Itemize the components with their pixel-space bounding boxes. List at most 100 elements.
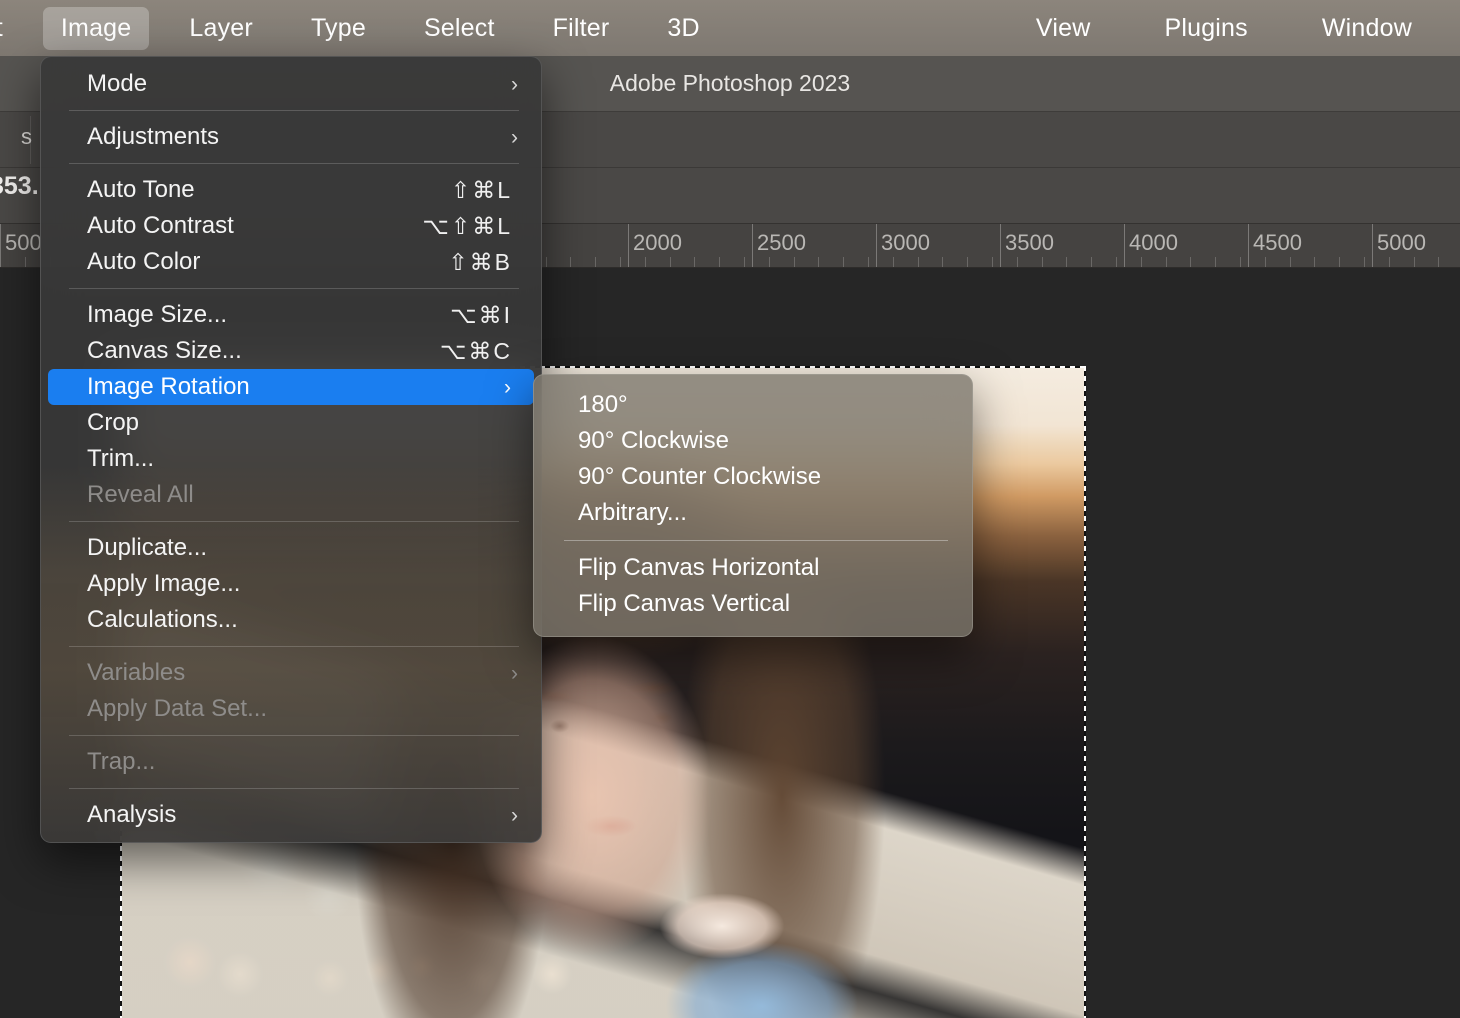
image-dropdown-menu[interactable]: Mode›Adjustments›Auto Tone⇧⌘LAuto Contra… (40, 56, 542, 843)
menu-bar-item-image[interactable]: Image (43, 7, 149, 50)
ruler-tick-minor (1438, 257, 1439, 267)
menu-item-mode[interactable]: Mode › (41, 66, 541, 102)
ruler-tick-minor (1314, 257, 1315, 267)
menu-separator (564, 540, 948, 541)
menu-item-auto-tone[interactable]: Auto Tone ⇧⌘L (41, 172, 541, 208)
menu-bar-item-3d[interactable]: 3D (649, 7, 717, 50)
menu-item-label: Auto Color (87, 248, 200, 276)
menu-item-apply-data-set: Apply Data Set... (41, 691, 541, 727)
ruler-tick-minor (967, 257, 968, 267)
menu-bar-item-it[interactable]: it (0, 7, 21, 50)
menu-item-label: Image Size... (87, 301, 227, 329)
menu-item-label: Crop (87, 409, 139, 437)
ruler-tick-minor (1066, 257, 1067, 267)
ruler-tick-minor (694, 257, 695, 267)
tool-options-label-fragment: s (0, 124, 32, 158)
menu-item-label: Apply Image... (87, 570, 240, 598)
ruler-label: 3000 (876, 230, 930, 256)
chevron-right-icon: › (511, 74, 522, 95)
menu-item-shortcut: ⌥⌘I (450, 302, 522, 329)
menu-item-arbitrary[interactable]: Arbitrary... (534, 495, 972, 531)
menu-item-180[interactable]: 180° (534, 387, 972, 423)
chevron-right-icon: › (504, 377, 515, 398)
ruler-tick-minor (893, 257, 894, 267)
menu-item-image-size[interactable]: Image Size... ⌥⌘I (41, 297, 541, 333)
tool-options-value-fragment: 353. (0, 172, 34, 212)
menu-item-auto-color[interactable]: Auto Color ⇧⌘B (41, 244, 541, 280)
menu-bar-item-select[interactable]: Select (406, 7, 513, 50)
menu-bar-item-type[interactable]: Type (293, 7, 384, 50)
menu-bar-item-view[interactable]: View (1018, 7, 1109, 50)
menu-item-flip-canvas-horizontal[interactable]: Flip Canvas Horizontal (534, 550, 972, 586)
app-title: Adobe Photoshop 2023 (610, 70, 850, 97)
menu-item-crop[interactable]: Crop (41, 405, 541, 441)
menu-item-shortcut: ⇧⌘B (448, 249, 522, 276)
menu-item-label: 180° (578, 391, 628, 419)
ruler-tick-minor (620, 257, 621, 267)
ruler-tick-minor (1017, 257, 1018, 267)
menu-bar-item-window[interactable]: Window (1304, 7, 1430, 50)
ruler-label: 4000 (1124, 230, 1178, 256)
menu-item-label: 90° Counter Clockwise (578, 463, 821, 491)
ruler-tick-minor (595, 257, 596, 267)
menu-bar-item-layer[interactable]: Layer (171, 7, 271, 50)
ruler-tick-minor (1141, 257, 1142, 267)
ruler-label: 500 (0, 230, 42, 256)
ruler-tick-minor (942, 257, 943, 267)
menu-separator (69, 735, 519, 736)
menu-item-reveal-all: Reveal All (41, 477, 541, 513)
menu-item-label: Image Rotation (87, 373, 250, 401)
ruler-label: 4500 (1248, 230, 1302, 256)
menu-item-canvas-size[interactable]: Canvas Size...⌥⌘C (41, 333, 541, 369)
ruler-tick-minor (1290, 257, 1291, 267)
ruler-tick-minor (843, 257, 844, 267)
menu-item-apply-image[interactable]: Apply Image... (41, 566, 541, 602)
ruler-tick-minor (992, 257, 993, 267)
ruler-label: 2500 (752, 230, 806, 256)
ruler-tick-minor (1389, 257, 1390, 267)
ruler-label: 3500 (1000, 230, 1054, 256)
menu-bar-item-plugins[interactable]: Plugins (1146, 7, 1265, 50)
ruler-tick-minor (1215, 257, 1216, 267)
menu-separator (69, 110, 519, 111)
chevron-right-icon: › (511, 127, 522, 148)
menu-item-variables: Variables› (41, 655, 541, 691)
ruler-tick-minor (1091, 257, 1092, 267)
menu-separator (69, 646, 519, 647)
ruler-tick-minor (744, 257, 745, 267)
menu-item-trim[interactable]: Trim... (41, 441, 541, 477)
menu-item-flip-canvas-vertical[interactable]: Flip Canvas Vertical (534, 586, 972, 622)
ruler-tick-minor (818, 257, 819, 267)
menu-bar-left-group: it Image Layer Type Select Filter 3D (0, 7, 718, 50)
menu-item-90-clockwise[interactable]: 90° Clockwise (534, 423, 972, 459)
menu-item-image-rotation[interactable]: Image Rotation › (48, 369, 534, 405)
menu-item-label: Analysis (87, 801, 176, 829)
menu-bar-item-filter[interactable]: Filter (535, 7, 628, 50)
menu-separator (69, 288, 519, 289)
ruler-tick-minor (1414, 257, 1415, 267)
menu-item-auto-contrast[interactable]: Auto Contrast⌥⇧⌘L (41, 208, 541, 244)
menu-separator (69, 163, 519, 164)
menu-item-analysis[interactable]: Analysis › (41, 797, 541, 833)
menu-item-duplicate[interactable]: Duplicate... (41, 530, 541, 566)
ruler-tick-minor (645, 257, 646, 267)
ruler-tick-minor (794, 257, 795, 267)
menu-item-label: Flip Canvas Horizontal (578, 554, 819, 582)
menu-item-label: Calculations... (87, 606, 238, 634)
menu-bar-right-group: View Plugins Window (1018, 7, 1460, 50)
ruler-tick-minor (769, 257, 770, 267)
menu-item-label: Flip Canvas Vertical (578, 590, 790, 618)
application-menu-bar[interactable]: it Image Layer Type Select Filter 3D View Plugi… (0, 0, 1460, 56)
menu-separator (69, 788, 519, 789)
image-rotation-submenu[interactable]: 180° 90° Clockwise 90° Counter Clockwise Ar… (533, 374, 973, 637)
ruler-tick-minor (1265, 257, 1266, 267)
menu-item-calculations[interactable]: Calculations... (41, 602, 541, 638)
chevron-right-icon: › (511, 805, 522, 826)
menu-item-adjustments[interactable]: Adjustments› (41, 119, 541, 155)
menu-item-label: Mode (87, 70, 147, 98)
menu-item-shortcut: ⌥⌘C (440, 338, 522, 365)
menu-item-label: Auto Tone (87, 176, 195, 204)
menu-item-label: Trap... (87, 748, 155, 776)
menu-item-shortcut: ⇧⌘L (451, 177, 522, 204)
menu-item-90-counter-clockwise[interactable]: 90° Counter Clockwise (534, 459, 972, 495)
